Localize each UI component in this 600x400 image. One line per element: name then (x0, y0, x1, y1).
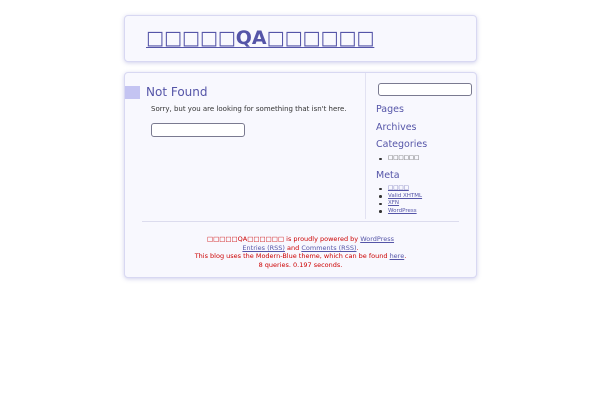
footer-line-powered: □□□□□QA□□□□□□ is proudly powered by Word… (125, 235, 476, 244)
content-search-input[interactable] (151, 123, 245, 137)
meta-link-wordpress[interactable]: WordPress (388, 208, 417, 214)
pages-heading: Pages (376, 104, 404, 115)
meta-link-login[interactable]: □□□□ (388, 185, 409, 191)
title-marker (125, 86, 140, 99)
footer-theme-text: This blog uses the Modern-Blue theme, wh… (194, 252, 390, 261)
theme-here-link[interactable]: here (390, 252, 405, 260)
site-title-link[interactable]: □□□□□QA□□□□□□ (146, 27, 374, 49)
comments-rss-link[interactable]: Comments (RSS) (301, 244, 356, 252)
footer-period: . (356, 243, 359, 252)
page-title: Not Found (146, 85, 208, 99)
footer-line-rss: Entries (RSS) and Comments (RSS). (125, 244, 476, 253)
footer-site-name: □□□□□QA□□□□□□ (206, 235, 285, 243)
footer-line-theme: This blog uses the Modern-Blue theme, wh… (125, 252, 476, 261)
footer-wordpress-link[interactable]: WordPress (360, 235, 394, 243)
footer: □□□□□QA□□□□□□ is proudly powered by Word… (125, 235, 476, 269)
archives-heading: Archives (376, 122, 417, 133)
meta-link-xfn[interactable]: XFN (388, 200, 399, 206)
footer-powered-text: is proudly powered by (284, 235, 361, 243)
sidebar-search-input[interactable] (378, 83, 472, 96)
footer-period: . (404, 252, 407, 261)
categories-heading: Categories (376, 139, 428, 150)
footer-query-stats: 8 queries. 0.197 seconds. (258, 260, 343, 269)
meta-link-valid-xhtml[interactable]: Valid XHTML (388, 193, 422, 199)
page-container: Not Found Sorry, but you are looking for… (124, 72, 477, 278)
footer-and-text: and (284, 243, 302, 252)
site-header: □□□□□QA□□□□□□ (124, 15, 477, 62)
meta-list: □□□□ Valid XHTML XFN WordPress (378, 185, 422, 215)
meta-heading: Meta (376, 170, 400, 181)
main-content: Not Found Sorry, but you are looking for… (125, 73, 365, 219)
not-found-message: Sorry, but you are looking for something… (151, 105, 347, 113)
category-item[interactable]: □□□□□□ (378, 155, 419, 163)
footer-divider (142, 221, 459, 222)
sidebar: Pages Archives Categories □□□□□□ Meta □□… (365, 73, 477, 219)
entries-rss-link[interactable]: Entries (RSS) (242, 244, 285, 252)
categories-list: □□□□□□ (378, 155, 419, 163)
